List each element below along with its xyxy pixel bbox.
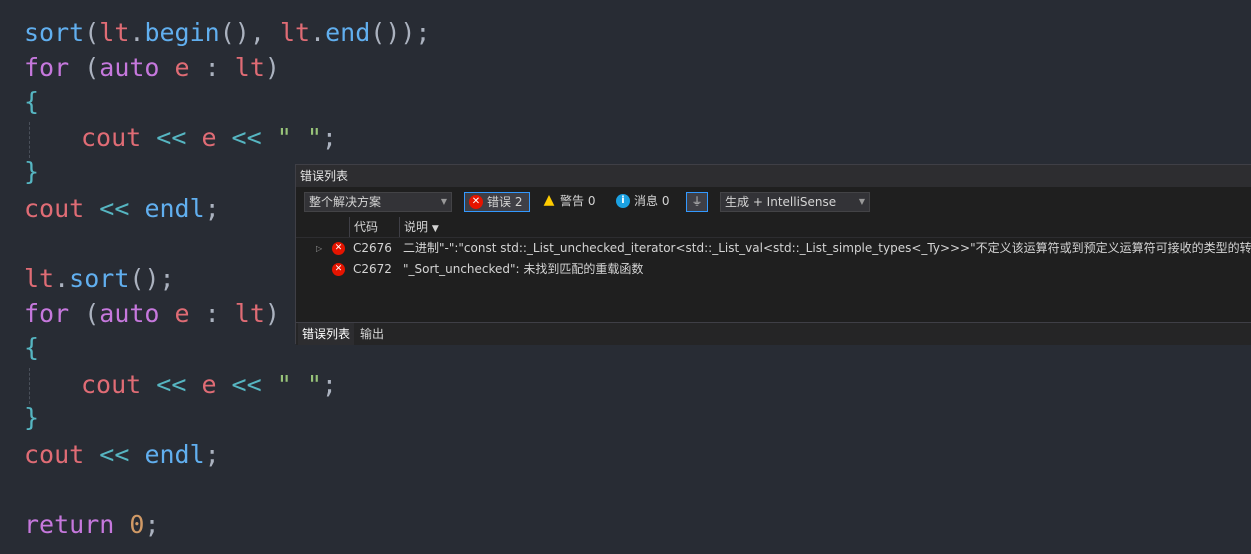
indent-guide [29, 368, 31, 404]
column-header-description[interactable]: 说明 ▼ [399, 217, 439, 237]
scope-value: 整个解决方案 [309, 195, 382, 209]
error-circle-icon: ✕ [332, 242, 345, 255]
filter-toggle-button[interactable]: ⏚ [686, 192, 708, 212]
error-code: C2672 [353, 262, 392, 276]
warning-triangle-icon: ▲ [543, 192, 555, 208]
indent-guide [29, 122, 31, 158]
tab-output[interactable]: 输出 [356, 323, 388, 345]
build-filter-value: 生成 + IntelliSense [725, 195, 837, 209]
code-line-10[interactable]: cout << e << " "; [81, 368, 337, 402]
error-description: "_Sort_unchecked": 未找到匹配的重载函数 [403, 262, 644, 276]
errors-filter-label: 错误 2 [487, 195, 523, 209]
error-list-toolbar: 整个解决方案 ▼ ✕ 错误 2 ▲ 警告 0 i 消息 0 ⏚ 生成 + Int… [296, 189, 1251, 215]
code-line-12[interactable]: cout << endl; [24, 438, 220, 472]
error-list-panel: 错误列表 整个解决方案 ▼ ✕ 错误 2 ▲ 警告 0 i 消息 0 ⏚ 生成 … [295, 164, 1251, 345]
code-line-8[interactable]: for (auto e : lt) [24, 297, 280, 331]
error-list-title[interactable]: 错误列表 [296, 165, 1251, 187]
code-line-11[interactable]: } [24, 401, 39, 435]
error-circle-icon: ✕ [332, 263, 345, 276]
scope-dropdown[interactable]: 整个解决方案 ▼ [304, 192, 452, 212]
code-line-9[interactable]: { [24, 331, 39, 365]
chevron-down-icon: ▼ [858, 197, 865, 206]
tab-error-list[interactable]: 错误列表 [298, 323, 355, 345]
code-line-3[interactable]: { [24, 85, 39, 119]
build-intellisense-dropdown[interactable]: 生成 + IntelliSense ▼ [720, 192, 870, 212]
code-line-2[interactable]: for (auto e : lt) [24, 51, 280, 85]
info-circle-icon: i [616, 194, 630, 208]
filter-icon: ⏚ [691, 195, 703, 208]
warnings-filter-button[interactable]: ▲ 警告 0 [538, 192, 606, 212]
code-line-1[interactable]: sort(lt.begin(), lt.end()); [24, 16, 430, 50]
error-code: C2676 [353, 241, 392, 255]
errors-filter-button[interactable]: ✕ 错误 2 [464, 192, 530, 212]
code-line-5[interactable]: } [24, 155, 39, 189]
error-list-bottom-tabs: 错误列表 输出 [296, 322, 1251, 345]
chevron-down-icon: ▼ [440, 197, 447, 206]
error-circle-icon: ✕ [469, 195, 483, 209]
warnings-filter-label: 警告 0 [560, 194, 596, 208]
error-row[interactable]: ▷ ✕ C2676 二进制"-":"const std::_List_unche… [296, 238, 1251, 259]
error-row[interactable]: ✕ C2672 "_Sort_unchecked": 未找到匹配的重载函数 [296, 259, 1251, 280]
code-line-13[interactable]: return 0; [24, 508, 160, 542]
code-line-7[interactable]: lt.sort(); [24, 262, 175, 296]
error-list-header: 代码 说明 ▼ [296, 217, 1251, 238]
error-description: 二进制"-":"const std::_List_unchecked_itera… [403, 241, 1251, 255]
sort-arrow-icon: ▼ [431, 224, 439, 234]
column-header-description-label: 说明 [404, 220, 429, 234]
code-line-6[interactable]: cout << endl; [24, 192, 220, 226]
messages-filter-button[interactable]: i 消息 0 [612, 192, 678, 212]
expand-triangle-icon[interactable]: ▷ [316, 238, 322, 259]
column-header-code[interactable]: 代码 [349, 217, 378, 237]
code-line-4[interactable]: cout << e << " "; [81, 121, 337, 155]
messages-filter-label: 消息 0 [634, 194, 670, 208]
